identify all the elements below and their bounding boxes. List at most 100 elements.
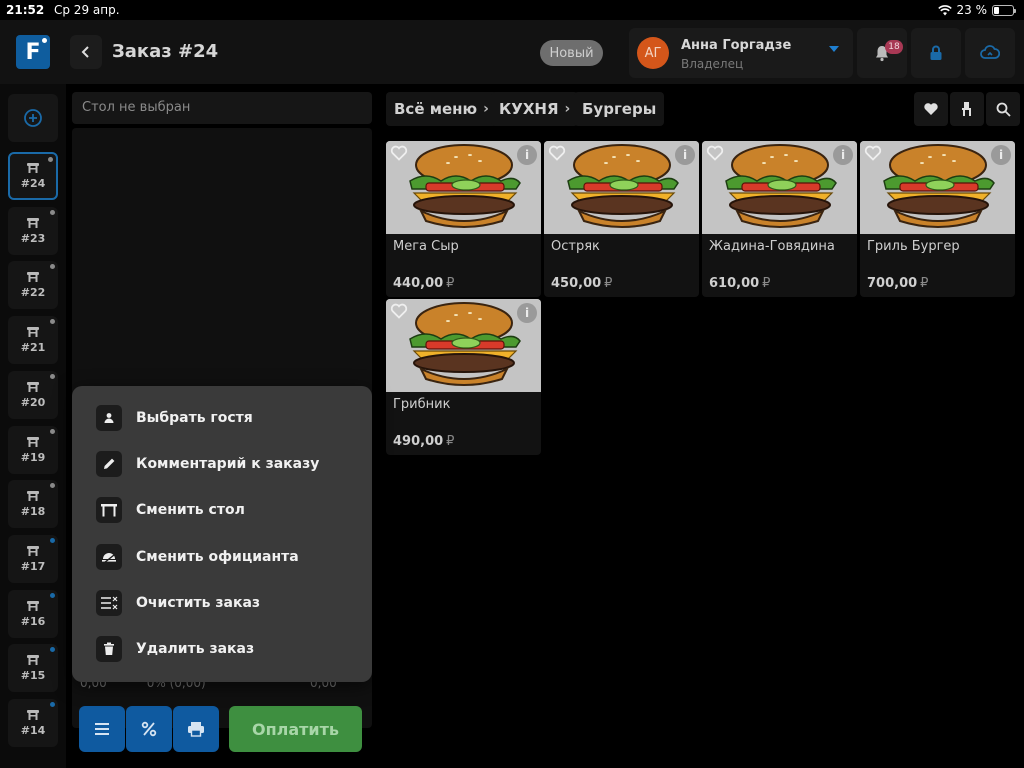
menu-button[interactable]	[79, 706, 125, 752]
battery-percent: 23 %	[956, 3, 988, 17]
chevron-right-icon: ›	[564, 101, 571, 117]
context-menu-label: Очистить заказ	[136, 594, 261, 611]
clear-list-icon	[96, 589, 122, 616]
product-card[interactable]: i Грибник 490,00 ₽	[386, 299, 541, 455]
order-tab[interactable]: #22	[8, 261, 58, 310]
heart-outline-icon[interactable]	[390, 145, 408, 165]
product-price: 490,00 ₽	[393, 434, 454, 449]
currency-symbol: ₽	[604, 276, 613, 291]
search-button[interactable]	[986, 92, 1020, 126]
order-tab[interactable]: #14	[8, 699, 58, 747]
order-number: #19	[20, 450, 46, 464]
heart-icon	[924, 103, 938, 115]
table-selector[interactable]: Стол не выбран	[72, 92, 372, 124]
info-icon[interactable]: i	[833, 145, 853, 165]
order-tab[interactable]: #17	[8, 534, 58, 583]
print-button[interactable]	[173, 706, 219, 752]
order-tab[interactable]: #16	[8, 589, 58, 638]
discount-button[interactable]	[126, 706, 172, 752]
order-status-dot	[50, 209, 55, 215]
breadcrumb-label: Бургеры	[582, 100, 657, 118]
order-tab[interactable]: #18	[8, 480, 58, 529]
order-status-dot	[50, 483, 55, 489]
context-menu-item[interactable]: Очистить заказ	[96, 589, 261, 616]
context-menu-item[interactable]: Удалить заказ	[96, 636, 254, 662]
battery-icon	[992, 4, 1016, 16]
order-tab[interactable]: #19	[8, 425, 58, 474]
order-number: #24	[20, 177, 46, 190]
breadcrumb-all-menu[interactable]: Всё меню ›	[386, 92, 497, 126]
breadcrumb-kitchen[interactable]: КУХНЯ ›	[491, 92, 579, 126]
heart-outline-icon[interactable]	[548, 145, 566, 165]
heart-outline-icon[interactable]	[706, 145, 724, 165]
wifi-icon	[937, 4, 952, 15]
order-tab[interactable]: #23	[8, 206, 58, 255]
app-logo[interactable]: F	[16, 35, 50, 69]
order-status-dot	[50, 647, 55, 653]
info-icon[interactable]: i	[517, 145, 537, 165]
context-menu-label: Удалить заказ	[136, 641, 255, 657]
favorites-filter-button[interactable]	[914, 92, 948, 126]
order-status-dot	[50, 702, 55, 707]
notifications-button[interactable]: 18	[857, 28, 907, 78]
status-date: Ср 29 апр.	[54, 3, 120, 17]
info-icon[interactable]: i	[675, 145, 695, 165]
context-menu-item[interactable]: Сменить стол	[96, 497, 245, 524]
status-bar: 21:52 Ср 29 апр. 23 %	[0, 0, 1024, 20]
info-icon[interactable]: i	[991, 145, 1011, 165]
pay-button[interactable]: Оплатить	[229, 706, 362, 752]
breadcrumb-burgers[interactable]: Бургеры	[574, 92, 665, 126]
order-status-dot	[48, 157, 53, 162]
order-number: #20	[20, 395, 46, 409]
notification-count: 18	[885, 40, 903, 54]
order-status-dot	[50, 537, 55, 543]
orders-rail: #24 #23 #22 #21 #20 #19 #18 #17 #16 #15 #14	[0, 84, 66, 768]
order-tab[interactable]: #24	[8, 152, 58, 200]
cloud-sync-button[interactable]	[965, 28, 1015, 78]
context-menu-item[interactable]: Сменить официанта	[96, 543, 299, 570]
logo-dot	[42, 38, 47, 43]
product-grid: i Мега Сыр 440,00 ₽ i Остряк 450,00 ₽ i Жадина-Го…	[386, 141, 1016, 461]
lock-icon	[930, 45, 942, 60]
product-card[interactable]: i Гриль Бургер 700,00 ₽	[860, 141, 1015, 297]
heart-outline-icon[interactable]	[864, 145, 882, 165]
person-icon	[96, 405, 122, 431]
context-menu-item[interactable]: Выбрать гостя	[96, 405, 253, 431]
currency-symbol: ₽	[446, 276, 455, 291]
heart-outline-icon[interactable]	[390, 303, 408, 323]
price-value: 610,00	[709, 276, 760, 291]
product-card[interactable]: i Мега Сыр 440,00 ₽	[386, 141, 541, 297]
product-card[interactable]: i Остряк 450,00 ₽	[544, 141, 699, 297]
order-number: #14	[20, 724, 46, 737]
logo-letter: F	[25, 39, 41, 65]
chevron-left-icon	[81, 46, 89, 58]
context-menu-item[interactable]: Комментарий к заказу	[96, 451, 320, 478]
caret-down-icon	[829, 46, 839, 52]
product-name: Жадина-Говядина	[709, 239, 835, 254]
table-icon	[27, 381, 39, 392]
order-tab[interactable]: #21	[8, 316, 58, 365]
station-filter-button[interactable]	[950, 92, 984, 126]
product-card[interactable]: i Жадина-Говядина 610,00 ₽	[702, 141, 857, 297]
context-menu-label: Сменить официанта	[136, 548, 299, 565]
printer-icon	[188, 722, 204, 737]
product-price: 610,00 ₽	[709, 276, 770, 291]
breadcrumb-label: Всё меню	[394, 100, 478, 118]
lock-button[interactable]	[911, 28, 961, 78]
price-value: 440,00	[393, 276, 444, 291]
back-button[interactable]	[70, 35, 102, 69]
order-status-dot	[50, 592, 55, 598]
order-tab[interactable]: #20	[8, 370, 58, 419]
add-order-button[interactable]	[8, 94, 58, 142]
order-tab[interactable]: #15	[8, 644, 58, 693]
product-price: 700,00 ₽	[867, 276, 928, 291]
table-icon	[27, 217, 39, 228]
user-menu[interactable]: АГ Анна Горгадзе Владелец	[629, 28, 853, 78]
context-menu-label: Комментарий к заказу	[136, 456, 320, 473]
trash-icon	[96, 636, 122, 662]
order-number: #16	[20, 614, 46, 628]
user-name: Анна Горгадзе	[681, 38, 792, 53]
table-icon	[27, 163, 39, 173]
table-icon	[27, 710, 39, 720]
info-icon[interactable]: i	[517, 303, 537, 323]
